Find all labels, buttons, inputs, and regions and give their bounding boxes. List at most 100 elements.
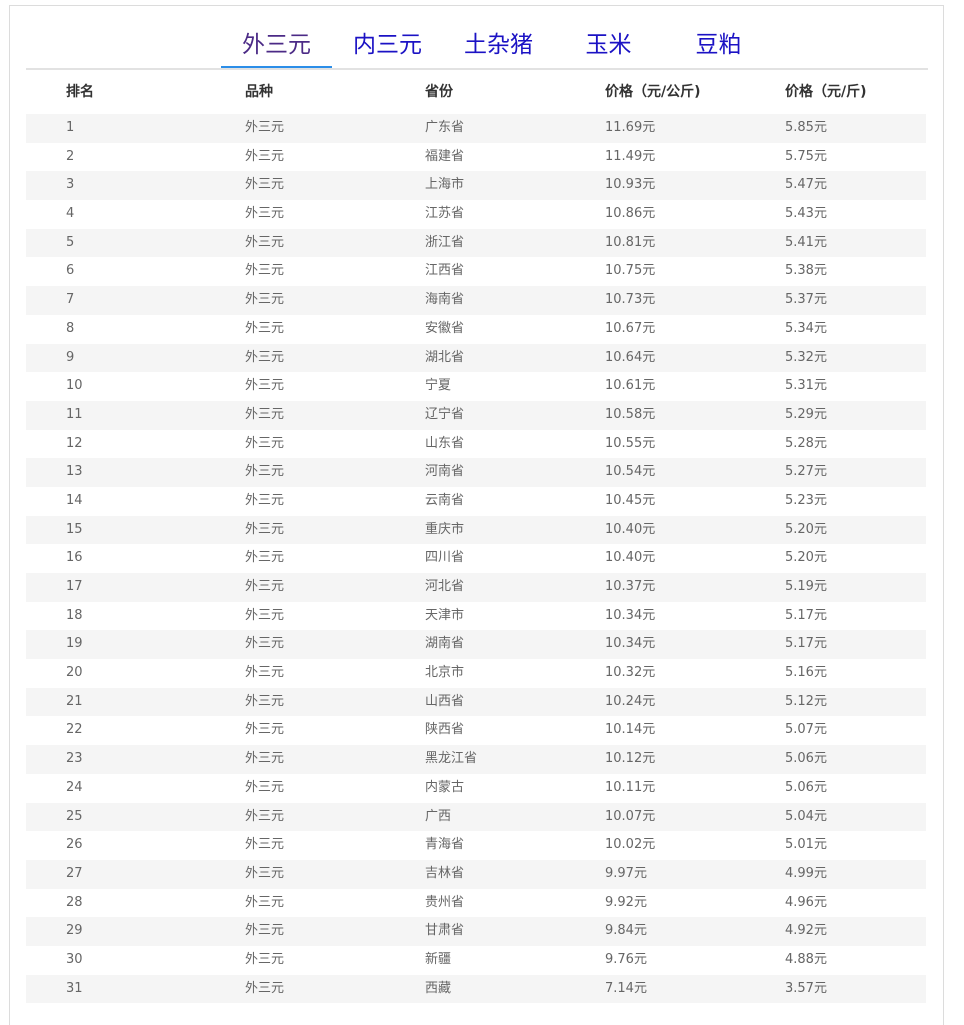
table-row: 2 外三元 福建省 11.49元 5.75元	[26, 143, 926, 172]
breed-cell: 外三元	[245, 349, 285, 365]
rank-cell: 7	[66, 292, 75, 308]
province-cell: 内蒙古	[425, 779, 465, 795]
table-row: 21 外三元 山西省 10.24元 5.12元	[26, 687, 926, 717]
province-cell: 贵州省	[425, 894, 465, 910]
price-kg-cell: 10.81元	[605, 234, 656, 250]
rank-cell: 14	[66, 492, 83, 508]
table-row: 19 外三元 湖南省 10.34元 5.17元	[26, 630, 926, 660]
tab-yu-mi[interactable]: 玉米	[553, 28, 664, 68]
breed-cell: 外三元	[245, 378, 285, 394]
price-kg-cell: 10.55元	[605, 435, 656, 451]
price-jin-cell: 5.31元	[785, 378, 827, 394]
price-kg-cell: 10.67元	[605, 320, 656, 336]
price-jin-cell: 5.17元	[785, 636, 827, 652]
table-row: 9 外三元 湖北省 10.64元 5.32元	[26, 343, 926, 373]
rank-cell: 4	[66, 206, 75, 222]
price-kg-cell: 10.54元	[605, 464, 656, 480]
price-kg-cell: 10.58元	[605, 406, 656, 422]
province-cell: 河北省	[425, 579, 465, 594]
table-row: 5 外三元 浙江省 10.81元 5.41元	[26, 228, 926, 258]
rank-cell: 12	[66, 435, 83, 451]
rank-cell: 13	[66, 464, 83, 480]
rank-cell: 19	[66, 636, 83, 652]
price-kg-cell: 10.02元	[605, 837, 656, 853]
table-row: 10 外三元 宁夏 10.61元 5.31元	[26, 372, 926, 401]
province-cell: 云南省	[425, 492, 465, 508]
rank-cell: 31	[66, 980, 83, 996]
header-rank: 排名	[66, 84, 94, 100]
price-kg-cell: 10.40元	[605, 550, 656, 566]
breed-cell: 外三元	[245, 722, 285, 738]
price-jin-cell: 4.96元	[785, 894, 827, 910]
rank-cell: 24	[66, 779, 83, 795]
price-jin-cell: 5.07元	[785, 722, 827, 738]
price-jin-cell: 5.01元	[785, 837, 827, 853]
table-row: 31 外三元 西藏 7.14元 3.57元	[26, 974, 926, 1004]
header-breed: 品种	[245, 84, 273, 100]
price-kg-cell: 10.32元	[605, 665, 656, 681]
tab-dou-po[interactable]: 豆粕	[663, 28, 774, 68]
price-kg-cell: 10.11元	[605, 779, 656, 795]
price-kg-cell: 10.14元	[605, 722, 656, 738]
header-province: 省份	[425, 84, 453, 100]
price-jin-cell: 5.32元	[785, 349, 827, 365]
price-jin-cell: 5.06元	[785, 779, 827, 795]
rank-cell: 25	[66, 808, 83, 824]
table-row: 30 外三元 新疆 9.76元 4.88元	[26, 946, 926, 975]
province-cell: 江西省	[425, 263, 465, 279]
breed-cell: 外三元	[245, 837, 285, 853]
rank-cell: 28	[66, 894, 83, 910]
breed-cell: 外三元	[245, 951, 285, 967]
price-jin-cell: 5.23元	[785, 492, 827, 508]
price-kg-cell: 10.75元	[605, 263, 656, 279]
breed-cell: 外三元	[245, 751, 285, 767]
tab-wai-san-yuan[interactable]: 外三元	[221, 28, 332, 68]
rank-cell: 8	[66, 320, 75, 336]
breed-cell: 外三元	[245, 492, 285, 508]
price-kg-cell: 10.12元	[605, 751, 656, 767]
price-jin-cell: 5.29元	[785, 406, 827, 422]
province-cell: 山西省	[425, 693, 465, 709]
price-jin-cell: 5.38元	[785, 263, 827, 279]
price-jin-cell: 5.04元	[785, 808, 827, 824]
rank-cell: 29	[66, 923, 83, 939]
price-kg-cell: 10.64元	[605, 349, 656, 365]
province-cell: 江苏省	[425, 206, 465, 222]
price-kg-cell: 10.40元	[605, 521, 656, 537]
price-kg-cell: 10.61元	[605, 378, 656, 394]
price-kg-cell: 11.69元	[605, 120, 656, 135]
breed-cell: 外三元	[245, 464, 285, 480]
rank-cell: 5	[66, 234, 75, 250]
breed-cell: 外三元	[245, 234, 285, 250]
price-jin-cell: 5.12元	[785, 693, 827, 709]
breed-cell: 外三元	[245, 607, 285, 623]
tab-tu-za-zhu[interactable]: 土杂猪	[443, 28, 554, 68]
table-row: 12 外三元 山东省 10.55元 5.28元	[26, 430, 926, 459]
rank-cell: 3	[66, 177, 75, 193]
price-jin-cell: 5.47元	[785, 177, 827, 193]
breed-cell: 外三元	[245, 435, 285, 451]
province-cell: 浙江省	[425, 234, 465, 250]
province-cell: 湖北省	[425, 349, 465, 365]
price-kg-cell: 10.24元	[605, 693, 656, 709]
breed-cell: 外三元	[245, 120, 285, 135]
price-jin-cell: 5.41元	[785, 234, 827, 250]
tab-nei-san-yuan[interactable]: 内三元	[332, 28, 443, 68]
rank-cell: 1	[66, 120, 75, 135]
price-kg-cell: 10.73元	[605, 292, 656, 308]
price-panel: 外三元 内三元 土杂猪 玉米 豆粕 排名 品种 省份 价格（元/公斤) 价格（元…	[9, 5, 944, 1025]
price-jin-cell: 5.34元	[785, 320, 827, 336]
rank-cell: 15	[66, 521, 83, 537]
price-jin-cell: 4.92元	[785, 923, 827, 939]
rank-cell: 11	[66, 406, 83, 422]
province-cell: 宁夏	[425, 378, 452, 394]
province-cell: 甘肃省	[425, 923, 465, 939]
price-jin-cell: 5.75元	[785, 148, 827, 164]
rank-cell: 18	[66, 607, 83, 623]
price-jin-cell: 5.16元	[785, 665, 827, 681]
rank-cell: 16	[66, 550, 83, 566]
table-row: 28 外三元 贵州省 9.92元 4.96元	[26, 889, 926, 918]
breed-cell: 外三元	[245, 980, 285, 996]
table-row: 1 外三元 广东省 11.69元 5.85元	[26, 114, 926, 143]
province-cell: 湖南省	[425, 636, 465, 652]
